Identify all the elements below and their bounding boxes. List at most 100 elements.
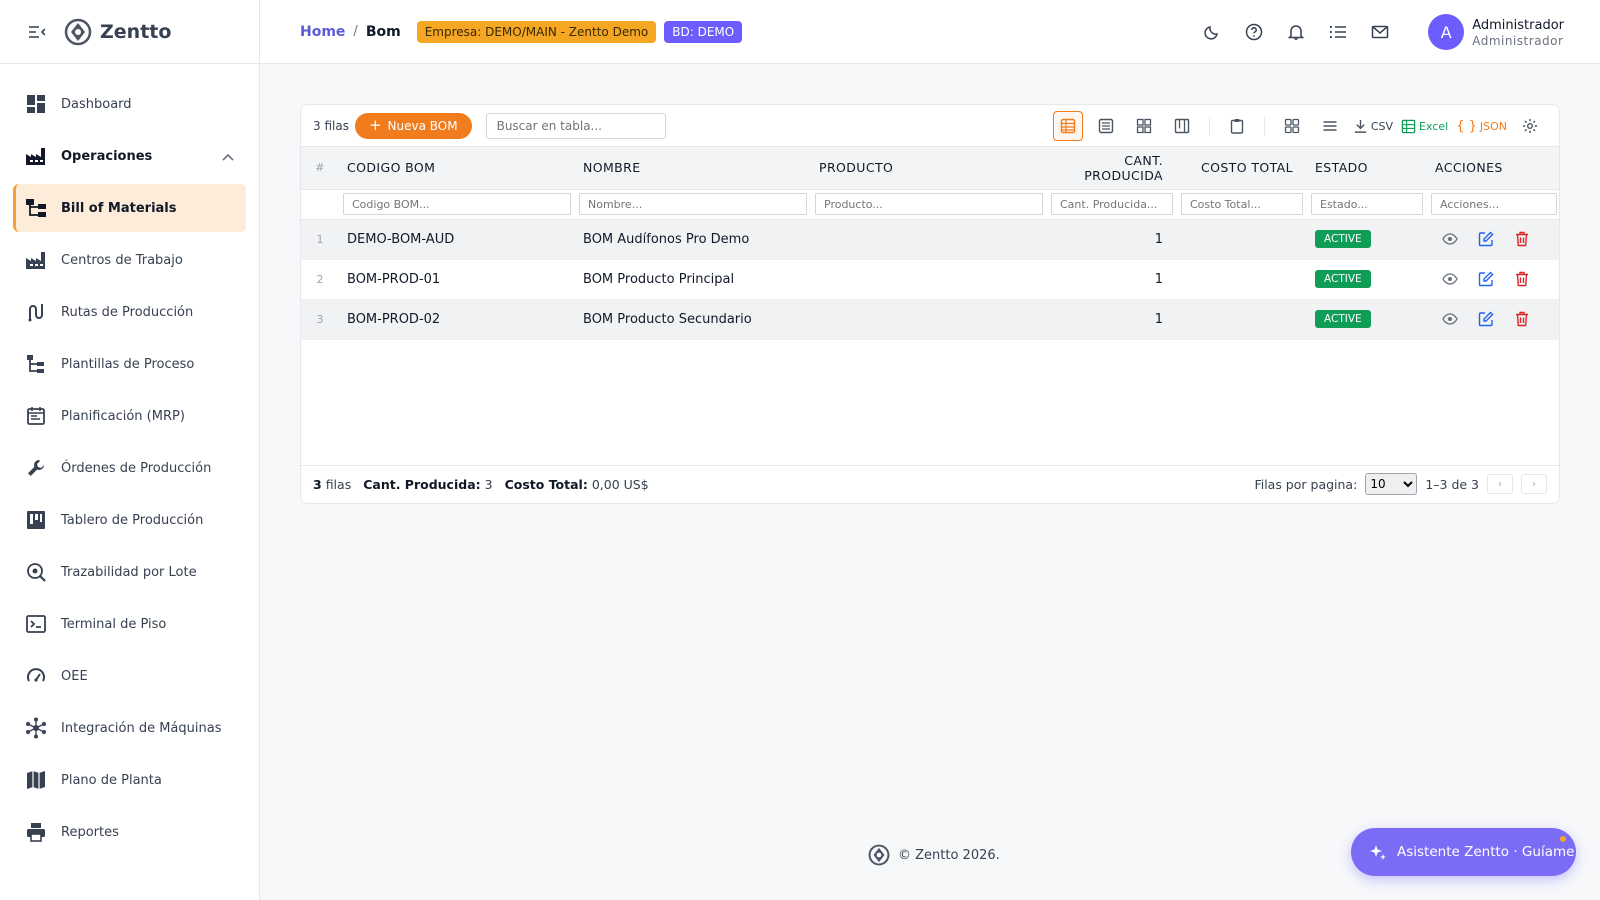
sidebar-item-bill-of-materials[interactable]: Bill of Materials (13, 184, 246, 232)
cell-nombre: BOM Producto Principal (575, 259, 811, 300)
sidebar-item-label: Operaciones (61, 148, 153, 164)
column-header-nombre[interactable]: NOMBRE (575, 147, 811, 190)
status-badge: ACTIVE (1315, 310, 1371, 328)
breadcrumb-current: Bom (365, 23, 401, 40)
cell-costo-total (1177, 219, 1307, 260)
gauge-icon (25, 665, 47, 687)
hub-icon (25, 717, 47, 739)
filter-cant-input[interactable] (1051, 193, 1173, 215)
sidebar-item-rutas-de-produccion[interactable]: Rutas de Producción (13, 288, 246, 336)
collapse-menu-icon[interactable] (28, 25, 46, 39)
delete-trash-icon[interactable] (1513, 270, 1531, 288)
sidebar-item-plantillas-de-proceso[interactable]: Plantillas de Proceso (13, 340, 246, 388)
plus-icon: + (368, 116, 382, 134)
filter-nombre-input[interactable] (579, 193, 807, 215)
view-eye-icon[interactable] (1441, 310, 1459, 328)
help-icon[interactable] (1244, 22, 1264, 42)
sidebar-item-trazabilidad-por-lote[interactable]: Trazabilidad por Lote (13, 548, 246, 596)
view-eye-icon[interactable] (1441, 230, 1459, 248)
filter-costo-input[interactable] (1181, 193, 1303, 215)
export-excel-button[interactable]: Excel (1401, 111, 1448, 141)
column-header-cant-producida[interactable]: CANT. PRODUCIDA (1047, 147, 1177, 190)
column-header-costo-total[interactable]: COSTO TOTAL (1177, 147, 1307, 190)
sidebar-item-reportes[interactable]: Reportes (13, 808, 246, 856)
delete-trash-icon[interactable] (1513, 230, 1531, 248)
sidebar-item-centros-de-trabajo[interactable]: Centros de Trabajo (13, 236, 246, 284)
filter-cell-index (301, 189, 339, 220)
delete-trash-icon[interactable] (1513, 310, 1531, 328)
sidebar-item-oee[interactable]: OEE (13, 652, 246, 700)
breadcrumb-home-link[interactable]: Home (300, 24, 345, 40)
task-list-icon[interactable] (1328, 22, 1348, 42)
status-badge: ACTIVE (1315, 270, 1371, 288)
table-search-input[interactable] (485, 112, 666, 139)
clipboard-icon (1230, 119, 1244, 134)
user-menu[interactable]: A Administrador Administrador (1428, 14, 1564, 50)
sparkles-icon (1370, 845, 1386, 860)
view-eye-icon[interactable] (1441, 270, 1459, 288)
prev-page-button[interactable]: ‹ (1487, 474, 1513, 494)
rows-per-page-select[interactable]: 10 (1365, 473, 1418, 495)
list-view-button[interactable] (1091, 111, 1121, 141)
avatar[interactable]: A (1428, 14, 1465, 50)
filter-producto-input[interactable] (815, 193, 1043, 215)
excel-label: Excel (1419, 119, 1449, 133)
dark-mode-moon-icon[interactable] (1202, 22, 1222, 42)
table-view-button[interactable] (1052, 111, 1083, 141)
user-role: Administrador (1472, 33, 1564, 48)
table-row[interactable]: 2 BOM-PROD-01 BOM Producto Principal 1 A… (301, 259, 1559, 300)
cell-codigo: DEMO-BOM-AUD (339, 219, 575, 260)
edit-icon[interactable] (1477, 270, 1495, 288)
columns-button[interactable] (1277, 111, 1307, 141)
dashboard-icon (25, 93, 47, 115)
new-bom-button[interactable]: + Nueva BOM (354, 112, 472, 139)
cell-acciones (1427, 259, 1559, 300)
notifications-bell-icon[interactable] (1286, 22, 1306, 42)
kanban-view-button[interactable] (1167, 111, 1197, 141)
mail-icon[interactable] (1370, 22, 1390, 42)
column-header-estado[interactable]: ESTADO (1307, 147, 1427, 190)
sidebar-item-terminal-de-piso[interactable]: Terminal de Piso (13, 600, 246, 648)
sidebar-item-tablero-de-produccion[interactable]: Tablero de Producción (13, 496, 246, 544)
sidebar-section-operaciones[interactable]: Operaciones (13, 132, 246, 180)
cell-codigo: BOM-PROD-02 (339, 299, 575, 340)
density-button[interactable] (1315, 111, 1345, 141)
clipboard-button[interactable] (1222, 111, 1252, 141)
app-name: Zentto (100, 20, 172, 43)
sidebar-item-ordenes-de-produccion[interactable]: Órdenes de Producción (13, 444, 246, 492)
export-json-button[interactable]: { } JSON (1456, 111, 1507, 141)
column-header-acciones: ACCIONES (1427, 147, 1559, 190)
assistant-button[interactable]: Asistente Zentto · Guíame (1351, 828, 1576, 876)
chevron-up-icon[interactable] (222, 150, 234, 165)
cell-producto (811, 299, 1047, 340)
grid-view-button[interactable] (1129, 111, 1159, 141)
app-logo[interactable]: Zentto (64, 18, 171, 46)
density-icon (1323, 121, 1337, 131)
sidebar-item-planificacion-mrp[interactable]: Planificación (MRP) (13, 392, 246, 440)
filter-estado-input[interactable] (1311, 193, 1423, 215)
database-badge[interactable]: BD: DEMO (664, 20, 743, 43)
export-csv-button[interactable]: CSV (1353, 111, 1393, 141)
edit-icon[interactable] (1477, 230, 1495, 248)
table-row[interactable]: 3 BOM-PROD-02 BOM Producto Secundario 1 … (301, 299, 1559, 340)
grid-view-icon (1136, 118, 1151, 134)
column-header-codigo[interactable]: CODIGO BOM (339, 147, 575, 190)
empresa-badge[interactable]: Empresa: DEMO/MAIN - Zentto Demo (416, 20, 657, 43)
table-row[interactable]: 1 DEMO-BOM-AUD BOM Audífonos Pro Demo 1 … (301, 219, 1559, 260)
next-page-button[interactable]: › (1521, 474, 1547, 494)
filter-codigo-input[interactable] (343, 193, 571, 215)
footer-rows-word: filas (325, 477, 352, 492)
printer-icon (25, 821, 47, 843)
user-name: Administrador (1472, 17, 1564, 33)
sidebar-item-dashboard[interactable]: Dashboard (13, 80, 246, 128)
list-view-icon (1098, 118, 1114, 134)
sidebar-item-plano-de-planta[interactable]: Plano de Planta (13, 756, 246, 804)
settings-button[interactable] (1515, 111, 1545, 141)
sidebar-item-integracion-de-maquinas[interactable]: Integración de Máquinas (13, 704, 246, 752)
edit-icon[interactable] (1477, 310, 1495, 328)
download-icon (1354, 119, 1366, 133)
route-icon (25, 301, 47, 323)
column-header-producto[interactable]: PRODUCTO (811, 147, 1047, 190)
sidebar-item-label: Centros de Trabajo (61, 252, 183, 268)
filter-acciones-input[interactable] (1431, 193, 1557, 215)
